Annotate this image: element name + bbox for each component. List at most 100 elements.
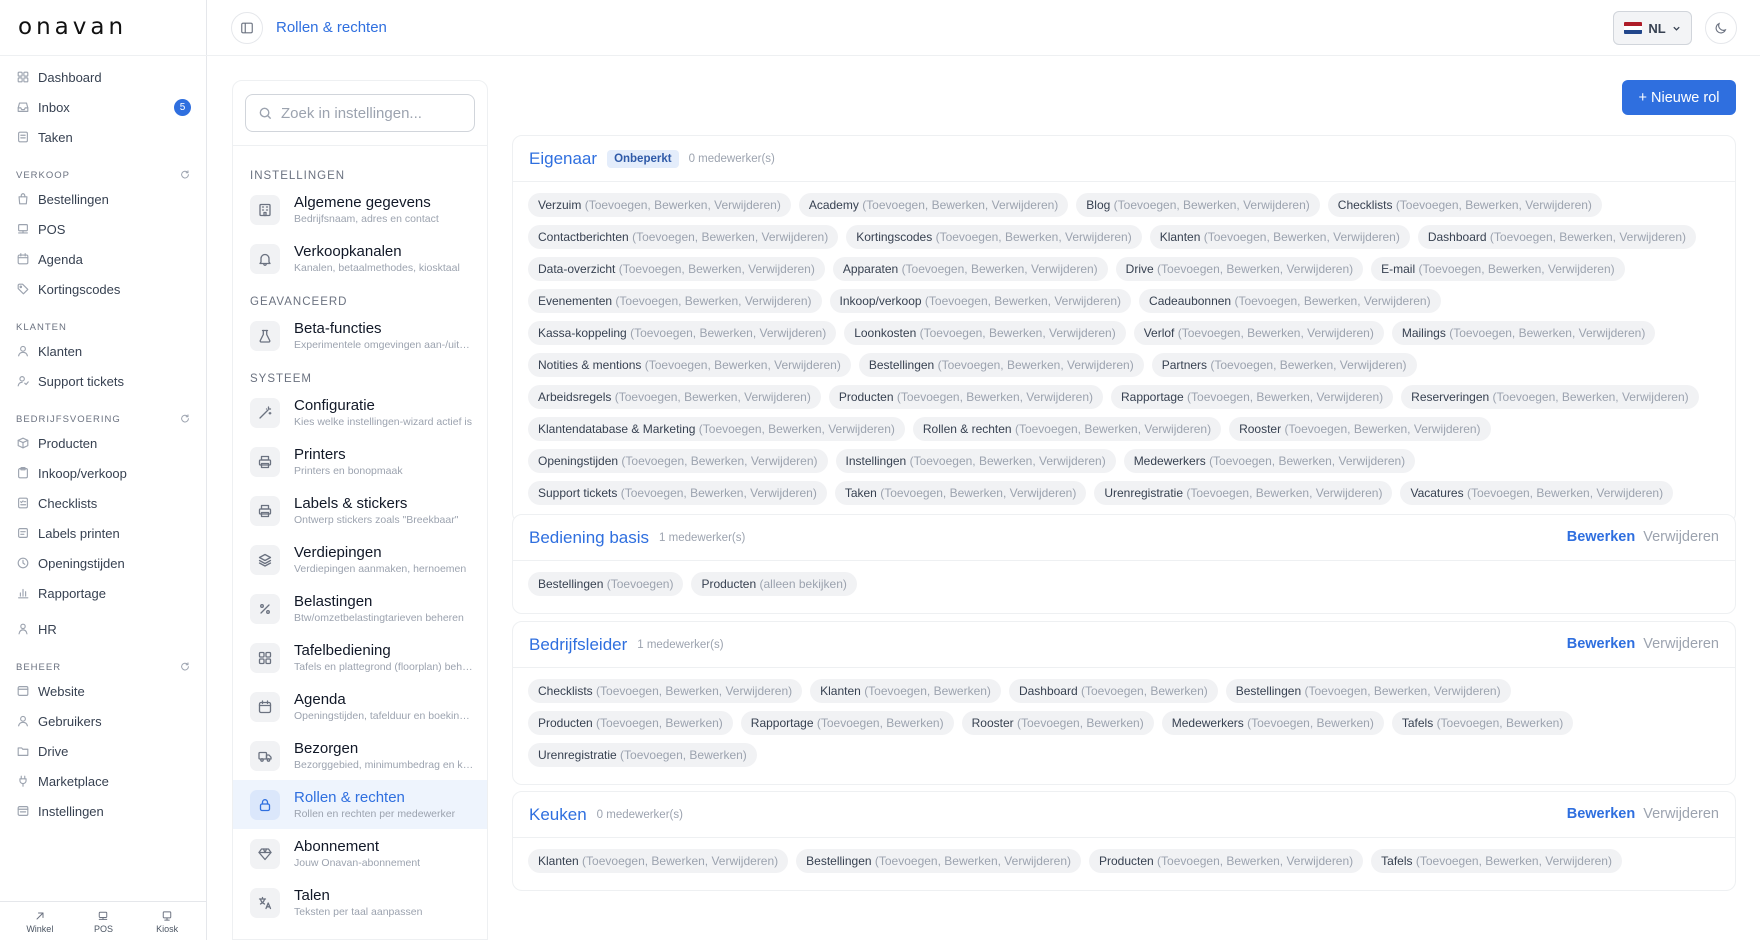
settings-item-subtitle: Bezorggebied, minimumbedrag en kosten [294,759,474,771]
role-name[interactable]: Eigenaar [529,149,597,169]
clock-icon [17,557,29,569]
sidebar-item-checklists[interactable]: Checklists [0,488,207,518]
settings-item-algemene-gegevens[interactable]: Algemene gegevens Bedrijfsnaam, adres en … [233,185,487,234]
sidebar-item-website[interactable]: Website [0,676,207,706]
permission-chip: Rooster (Toevoegen, Bewerken, Verwijdere… [1229,417,1491,441]
settings-item-printers[interactable]: Printers Printers en bonopmaak [233,437,487,486]
settings-item-belastingen[interactable]: Belastingen Btw/omzetbelastingtarieven be… [233,584,487,633]
permission-module: Arbeidsregels [538,390,612,404]
sidebar-item-klanten[interactable]: Klanten [0,336,207,366]
new-role-button[interactable]: + Nieuwe rol [1622,80,1736,115]
shortcut-pos[interactable]: POS [78,902,128,940]
sidebar-item-marketplace[interactable]: Marketplace [0,766,207,796]
settings-item-labels-stickers[interactable]: Labels & stickers Ontwerp stickers zoals … [233,486,487,535]
permission-actions: (Toevoegen, Bewerken, Verwijderen) [1177,326,1374,340]
settings-search-input[interactable] [281,104,461,122]
settings-item-abonnement[interactable]: Abonnement Jouw Onavan-abonnement [233,829,487,878]
sidebar-item-inbox[interactable]: Inbox 5 [0,92,207,122]
permission-chip: Data-overzicht (Toevoegen, Bewerken, Ver… [528,257,825,281]
permission-chip: Cadeaubonnen (Toevoegen, Bewerken, Verwi… [1139,289,1441,313]
sidebar-toggle-button[interactable] [231,12,263,44]
plug-icon [19,775,27,787]
settings-item-title: Abonnement [294,838,380,855]
app-logo[interactable]: onavan [18,14,127,40]
settings-item-verkoopkanalen[interactable]: Verkoopkanalen Kanalen, betaalmethodes, k… [233,234,487,283]
permission-actions: (Toevoegen, Bewerken, Verwijderen) [582,854,779,868]
settings-item-title: Verkoopkanalen [294,243,402,260]
sidebar-item-openingstijden[interactable]: Openingstijden [0,548,207,578]
sidebar-item-taken[interactable]: Taken [0,122,207,152]
edit-role-button[interactable]: Bewerken [1567,636,1636,652]
settings-item-configuratie[interactable]: Configuratie Kies welke instellingen-wiza… [233,388,487,437]
sidebar-item-bestellingen[interactable]: Bestellingen [0,184,207,214]
permission-chip: Checklists (Toevoegen, Bewerken, Verwijd… [528,679,803,703]
permission-chip: Klanten (Toevoegen, Bewerken, Verwijdere… [528,849,789,873]
permission-actions: (Toevoegen, Bewerken, Verwijderen) [615,294,812,308]
edit-role-button[interactable]: Bewerken [1567,806,1636,822]
sidebar-item-instellingen[interactable]: Instellingen [0,796,207,826]
language-selector[interactable]: NL [1613,11,1692,45]
permission-actions: (Toevoegen, Bewerken, Verwijderen) [1203,230,1400,244]
divider [0,55,207,56]
permission-chip: Bestellingen (Toevoegen) [528,572,684,596]
sidebar-item-rapportage[interactable]: Rapportage [0,578,207,608]
permission-actions: (Toevoegen, Bewerken, Verwijderen) [1210,358,1407,372]
permission-actions: (Toevoegen, Bewerken, Verwijderen) [1234,294,1431,308]
permission-actions: (Toevoegen, Bewerken, Verwijderen) [1157,262,1354,276]
sidebar-item-kortingscodes[interactable]: Kortingscodes [0,274,207,304]
permission-chip: Klantendatabase & Marketing (Toevoegen, … [528,417,905,441]
sidebar-item-hr[interactable]: HR [0,614,207,644]
permission-actions: (Toevoegen, Bewerken, Verwijderen) [698,422,895,436]
label-icon [18,528,28,538]
refresh-icon[interactable] [179,413,191,425]
permission-chip: Mailings (Toevoegen, Bewerken, Verwijder… [1391,321,1656,345]
shortcut-winkel[interactable]: Winkel [15,902,65,940]
settings-item-rollen-rechten[interactable]: Rollen & rechten Rollen en rechten per me… [233,780,487,829]
permission-module: Vacatures [1410,486,1464,500]
delete-role-button[interactable]: Verwijderen [1643,806,1719,822]
settings-item-tafelbediening[interactable]: Tafelbediening Tafels en plattegrond (flo… [233,633,487,682]
settings-item-verdiepingen[interactable]: Verdiepingen Verdiepingen aanmaken, herno… [233,535,487,584]
role-name[interactable]: Keuken [529,805,587,825]
role-name[interactable]: Bediening basis [529,528,649,548]
settings-item-beta-functies[interactable]: Beta-functies Experimentele omgevingen aa… [233,311,487,360]
sidebar-item-support-tickets[interactable]: Support tickets [0,366,207,396]
settings-item-talen[interactable]: Talen Teksten per taal aanpassen [233,878,487,927]
refresh-icon[interactable] [179,661,191,673]
settings-search[interactable] [245,94,475,132]
permission-chip: Producten (Toevoegen, Bewerken) [528,711,733,735]
theme-toggle-button[interactable] [1705,12,1737,44]
shortcut-label: Kiosk [156,924,179,934]
person-icon [18,623,28,635]
settings-item-subtitle: Btw/omzetbelastingtarieven beheren [294,612,464,624]
permission-actions: (Toevoegen, Bewerken, Verwijderen) [1284,422,1481,436]
sidebar-item-labels-printen[interactable]: Labels printen [0,518,207,548]
permission-actions: (Toevoegen, Bewerken, Verwijderen) [1418,262,1615,276]
flask-icon [259,329,271,343]
sidebar-item-agenda[interactable]: Agenda [0,244,207,274]
moon-icon [1715,22,1727,34]
permission-actions: (Toevoegen, Bewerken, Verwijderen) [909,454,1106,468]
permission-list: Checklists (Toevoegen, Bewerken, Verwijd… [513,668,1735,784]
sidebar-item-producten[interactable]: Producten [0,428,207,458]
refresh-icon[interactable] [179,169,191,181]
role-header: Bedrijfsleider 1 medewerker(s) Bewerken Ver… [513,622,1735,668]
delete-role-button[interactable]: Verwijderen [1643,636,1719,652]
sidebar-item-inkoop-verkoop[interactable]: Inkoop/verkoop [0,458,207,488]
sidebar-item-label: Drive [38,743,69,759]
sidebar-item-drive[interactable]: Drive [0,736,207,766]
shortcut-label: Winkel [26,924,54,934]
role-name[interactable]: Bedrijfsleider [529,635,627,655]
permission-module: Kassa-koppeling [538,326,627,340]
permission-chip: Klanten (Toevoegen, Bewerken, Verwijdere… [1149,225,1410,249]
settings-item-bezorgen[interactable]: Bezorgen Bezorggebied, minimumbedrag en k… [233,731,487,780]
permission-actions: (Toevoegen, Bewerken, Verwijderen) [1014,422,1212,436]
sidebar-item-pos[interactable]: POS [0,214,207,244]
sidebar-item-dashboard[interactable]: Dashboard [0,62,207,92]
permission-actions: (Toevoegen, Bewerken, Verwijderen) [1492,390,1689,404]
sidebar-item-gebruikers[interactable]: Gebruikers [0,706,207,736]
delete-role-button[interactable]: Verwijderen [1643,529,1719,545]
settings-item-agenda[interactable]: Agenda Openingstijden, tafelduur en boeki… [233,682,487,731]
shortcut-kiosk[interactable]: Kiosk [142,902,192,940]
edit-role-button[interactable]: Bewerken [1567,529,1636,545]
